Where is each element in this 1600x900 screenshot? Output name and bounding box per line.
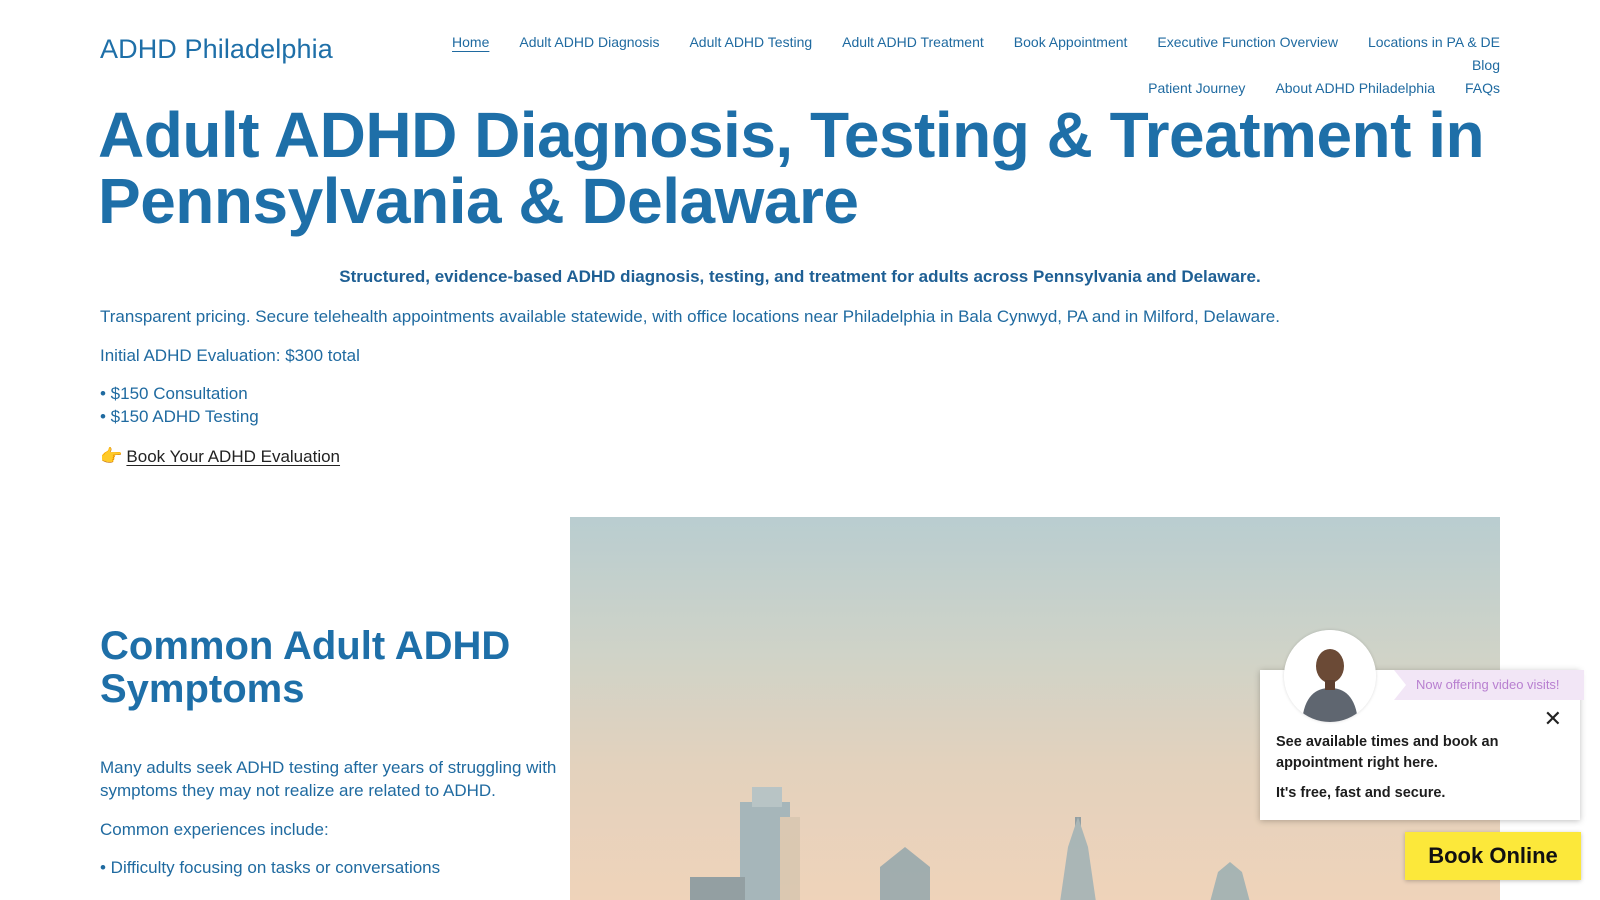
symptoms-lead: Common experiences include: <box>100 820 329 839</box>
pointing-hand-icon: 👉 <box>100 446 123 466</box>
widget-subtext: It's free, fast and secure. <box>1276 785 1446 801</box>
video-visits-ribbon: Now offering video visits! <box>1394 670 1584 700</box>
nav-blog[interactable]: Blog <box>1472 54 1500 76</box>
nav-adult-adhd-testing[interactable]: Adult ADHD Testing <box>689 31 812 53</box>
site-header: ADHD Philadelphia Home Adult ADHD Diagnos… <box>0 0 1600 96</box>
nav-faqs[interactable]: FAQs <box>1465 77 1500 99</box>
site-title-link[interactable]: ADHD Philadelphia <box>100 34 333 65</box>
symptom-item: • Difficulty focusing on tasks or conver… <box>100 858 441 877</box>
page-title: Adult ADHD Diagnosis, Testing & Treatmen… <box>98 99 1485 237</box>
pricing-intro: Transparent pricing. Secure telehealth a… <box>100 307 1280 326</box>
widget-message: See available times and book an appointm… <box>1276 734 1499 771</box>
main-nav: Home Adult ADHD Diagnosis Adult ADHD Testi… <box>410 31 1500 100</box>
avatar <box>1284 630 1376 722</box>
nav-executive-function-overview[interactable]: Executive Function Overview <box>1157 31 1338 53</box>
nav-patient-journey[interactable]: Patient Journey <box>1148 77 1245 99</box>
price-item-consultation: • $150 Consultation <box>100 384 248 403</box>
book-online-button[interactable]: Book Online <box>1405 832 1581 880</box>
nav-book-appointment[interactable]: Book Appointment <box>1014 31 1128 53</box>
price-list: • $150 Consultation • $150 ADHD Testing <box>100 382 259 428</box>
tagline: Structured, evidence-based ADHD diagnosi… <box>339 267 1261 286</box>
nav-adult-adhd-diagnosis[interactable]: Adult ADHD Diagnosis <box>519 31 659 53</box>
nav-locations[interactable]: Locations in PA & DE <box>1368 31 1500 53</box>
book-evaluation-link[interactable]: Book Your ADHD Evaluation <box>126 447 340 466</box>
price-item-testing: • $150 ADHD Testing <box>100 407 259 426</box>
close-icon[interactable]: ✕ <box>1544 708 1562 730</box>
booking-widget: Now offering video visits! ✕ See availab… <box>1260 630 1584 820</box>
nav-adult-adhd-treatment[interactable]: Adult ADHD Treatment <box>842 31 984 53</box>
symptoms-intro: Many adults seek ADHD testing after year… <box>100 758 557 800</box>
book-evaluation-cta: 👉 Book Your ADHD Evaluation <box>100 446 340 467</box>
person-avatar-icon <box>1284 630 1376 722</box>
evaluation-total: Initial ADHD Evaluation: $300 total <box>100 346 360 365</box>
nav-about[interactable]: About ADHD Philadelphia <box>1275 77 1435 99</box>
nav-home[interactable]: Home <box>452 31 489 53</box>
symptoms-heading: Common Adult ADHD Symptoms <box>100 624 511 711</box>
